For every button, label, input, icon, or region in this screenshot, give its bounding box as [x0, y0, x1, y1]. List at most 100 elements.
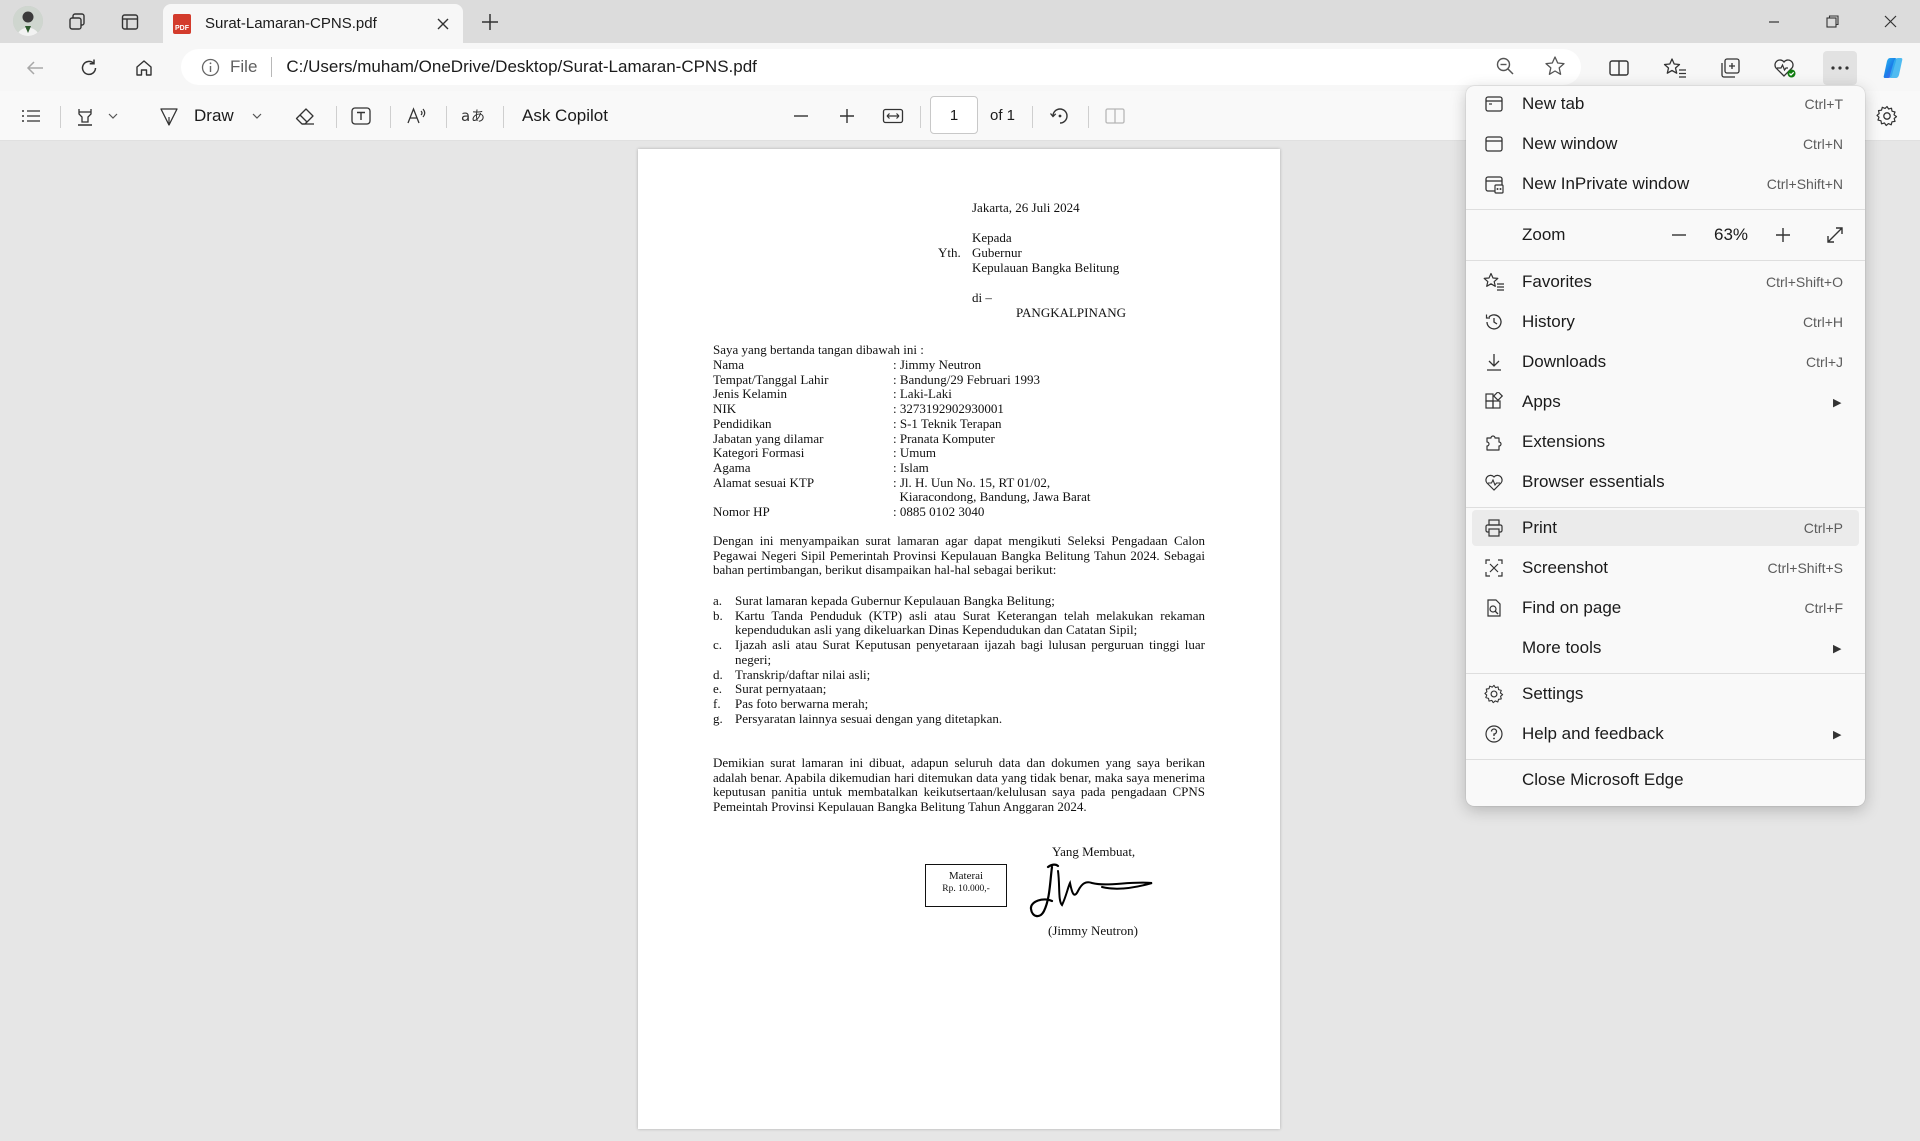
menu-item-shortcut: Ctrl+T — [1804, 96, 1844, 112]
contents-button[interactable] — [20, 101, 42, 131]
page-view-button[interactable] — [1104, 101, 1126, 131]
copilot-button[interactable] — [1876, 51, 1910, 85]
menu-item-label: Favorites — [1522, 272, 1592, 291]
field-label: Nomor HP — [713, 504, 770, 520]
translate-button[interactable]: aあ — [460, 101, 486, 131]
list-key: a. — [713, 593, 723, 608]
menu-item-label: Help and feedback — [1522, 724, 1664, 743]
menu-item-print[interactable]: Print Ctrl+P — [1472, 510, 1859, 546]
zoom-label: Zoom — [1522, 225, 1566, 244]
toolbar-divider — [60, 106, 61, 128]
zoom-out-indicator-button[interactable] — [1490, 51, 1520, 81]
settings-and-more-button[interactable] — [1823, 51, 1857, 85]
menu-item-browser-essentials[interactable]: Browser essentials — [1472, 464, 1859, 500]
menu-item-apps[interactable]: Apps ▶ — [1472, 384, 1859, 420]
puzzle-icon — [1486, 435, 1502, 451]
field-label: Pendidikan — [713, 415, 772, 431]
info-icon[interactable] — [201, 58, 220, 77]
signature-image — [1029, 863, 1153, 918]
field-label: Kategori Formasi — [713, 445, 805, 461]
menu-item-label: Settings — [1522, 684, 1584, 703]
list-item: g. Persyaratan lainnya sesuai dengan yang… — [713, 711, 1205, 727]
menu-item-find-on-page[interactable]: Find on page Ctrl+F — [1472, 590, 1859, 626]
menu-item-help-and-feedback[interactable]: Help and feedback ▶ — [1472, 716, 1859, 752]
menu-item-shortcut: Ctrl+H — [1802, 314, 1843, 330]
recipient-line-1: Gubernur — [972, 245, 1022, 260]
field-row: Tempat/Tanggal Lahir: Bandung/29 Februar… — [713, 372, 1090, 388]
url-text[interactable]: C:/Users/muham/OneDrive/Desktop/Surat-La… — [286, 57, 757, 77]
home-button[interactable] — [127, 51, 161, 85]
eraser-icon — [295, 108, 314, 125]
list-key: c. — [713, 637, 723, 653]
menu-item-new-inprivate-window[interactable]: New InPrivate window Ctrl+Shift+N — [1472, 166, 1859, 202]
field-label: Nama — [713, 357, 745, 372]
add-text-button[interactable] — [350, 101, 372, 131]
table-of-contents-icon — [22, 110, 40, 122]
tab-actions-button[interactable] — [114, 6, 146, 38]
collections-button[interactable] — [1713, 51, 1747, 85]
plus-icon — [482, 14, 498, 30]
tab-pdf[interactable]: PDF Surat-Lamaran-CPNS.pdf — [163, 4, 463, 43]
svg-text:a: a — [461, 107, 470, 125]
heart-pulse-icon — [1485, 474, 1503, 491]
menu-item-screenshot[interactable]: Screenshot Ctrl+Shift+S — [1472, 550, 1859, 586]
full-screen-button[interactable] — [1815, 217, 1855, 253]
profile-avatar[interactable] — [13, 6, 43, 36]
draw-button[interactable]: Draw — [158, 101, 264, 131]
rotate-button[interactable] — [1049, 101, 1071, 131]
new-tab-button[interactable] — [474, 6, 506, 38]
toolbar-divider — [446, 106, 447, 128]
menu-item-more-tools[interactable]: More tools ▶ — [1472, 630, 1859, 666]
menu-item-settings[interactable]: Settings — [1472, 676, 1859, 712]
menu-item-close-edge[interactable]: Close Microsoft Edge — [1472, 762, 1859, 798]
menu-item-favorites[interactable]: Favorites Ctrl+Shift+O — [1472, 264, 1859, 300]
restore-button[interactable] — [1803, 0, 1861, 43]
download-icon — [1487, 354, 1501, 371]
field-row: Pendidikan: S-1 Teknik Terapan — [713, 415, 1090, 432]
address-bar[interactable]: File C:/Users/muham/OneDrive/Desktop/Sur… — [181, 49, 1581, 85]
zoom-out-button[interactable] — [792, 101, 810, 131]
favorites-button[interactable] — [1658, 51, 1692, 85]
page-number-input[interactable]: 1 — [930, 96, 978, 134]
letter-di: di – — [972, 290, 992, 305]
close-window-button[interactable] — [1861, 0, 1919, 43]
zoom-in-button[interactable] — [838, 101, 856, 131]
split-screen-button[interactable] — [1602, 51, 1636, 85]
back-button[interactable] — [18, 51, 52, 85]
help-icon — [1485, 725, 1503, 743]
menu-item-new-tab[interactable]: New tab Ctrl+T — [1472, 86, 1859, 122]
menu-item-history[interactable]: History Ctrl+H — [1472, 304, 1859, 340]
list-key: b. — [713, 607, 723, 623]
letter-paragraph-2: Demikian surat lamaran ini dibuat, adapu… — [713, 755, 1205, 815]
minimize-button[interactable] — [1745, 0, 1803, 43]
vertical-tabs-icon — [121, 14, 139, 30]
recipient-line-2: Kepulauan Bangka Belitung — [972, 260, 1120, 275]
copilot-icon — [1883, 58, 1903, 78]
add-favorite-button[interactable] — [1540, 51, 1570, 81]
tab-close-button[interactable] — [429, 10, 457, 38]
ask-copilot-button[interactable]: Ask Copilot — [522, 101, 608, 131]
plus-icon — [1776, 228, 1790, 242]
menu-item-downloads[interactable]: Downloads Ctrl+J — [1472, 344, 1859, 380]
pdf-settings-button[interactable] — [1876, 101, 1898, 131]
menu-item-label: New tab — [1522, 94, 1585, 113]
refresh-button[interactable] — [72, 51, 106, 85]
read-aloud-button[interactable] — [406, 101, 428, 131]
field-label: Alamat sesuai KTP — [713, 474, 815, 490]
fit-to-width-button[interactable] — [882, 101, 904, 131]
erase-button[interactable] — [294, 101, 316, 131]
menu-item-label: Find on page — [1522, 598, 1622, 617]
letter-kepada: Kepada — [972, 230, 1012, 245]
pen-draw-icon — [160, 108, 178, 126]
chevron-down-icon — [108, 113, 118, 119]
workspaces-button[interactable] — [61, 6, 93, 38]
chevron-right-icon: ▶ — [1833, 728, 1842, 741]
zoom-in-button[interactable] — [1763, 217, 1803, 253]
highlight-button[interactable] — [74, 101, 120, 131]
menu-item-shortcut: Ctrl+Shift+O — [1765, 274, 1843, 290]
menu-item-extensions[interactable]: Extensions — [1472, 424, 1859, 460]
menu-item-new-window[interactable]: New window Ctrl+N — [1472, 126, 1859, 162]
profile-photo-icon — [13, 6, 43, 36]
zoom-out-button[interactable] — [1659, 217, 1699, 253]
browser-essentials-button[interactable] — [1768, 51, 1802, 85]
